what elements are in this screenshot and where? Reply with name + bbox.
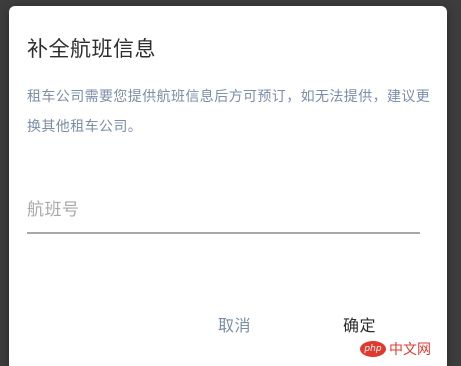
dialog-description: 租车公司需要您提供航班信息后方可预订，如无法提供，建议更换其他租车公司。 [27,89,431,135]
watermark-text: 中文网 [389,342,431,358]
site-watermark: php 中文网 [360,340,431,358]
confirm-button[interactable]: 确定 [335,306,384,342]
dialog-title: 补全航班信息 [27,37,156,61]
cancel-button[interactable]: 取消 [210,306,259,342]
flight-number-input[interactable] [27,188,420,234]
flight-info-dialog: 补全航班信息 租车公司需要您提供航班信息后方可预订，如无法提供，建议更换其他租车… [9,6,447,366]
